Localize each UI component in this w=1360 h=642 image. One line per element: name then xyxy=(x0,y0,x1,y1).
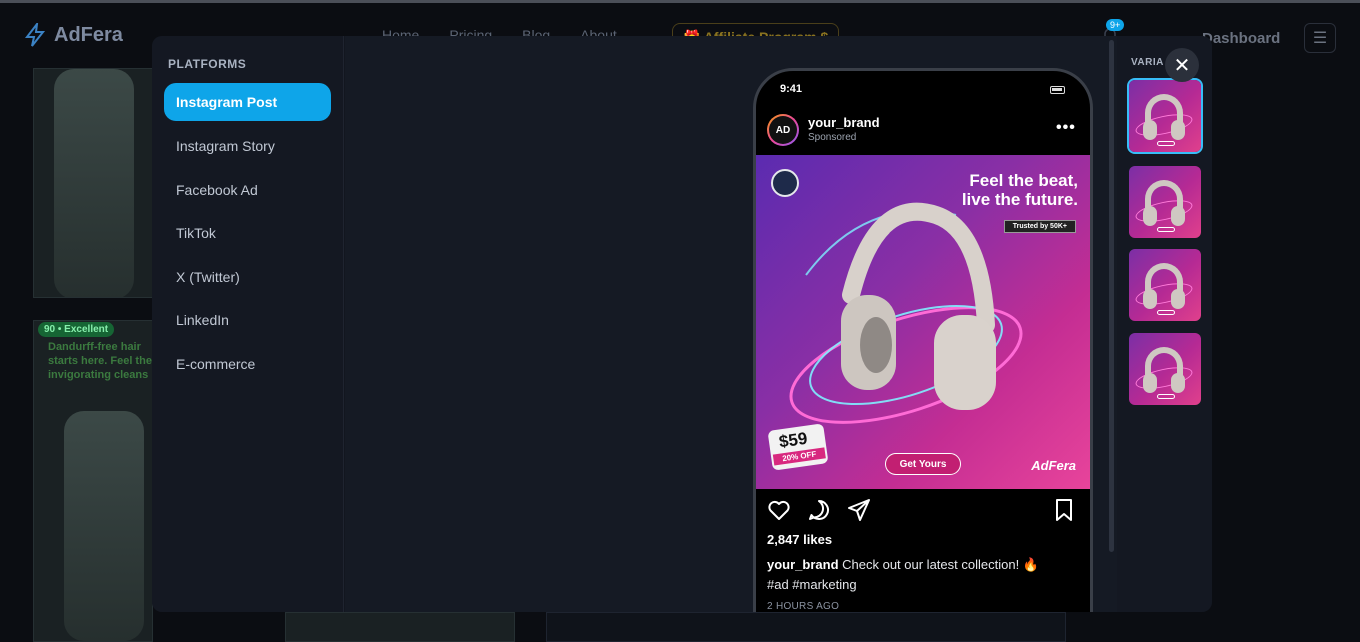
post-timestamp: 2 HOURS AGO xyxy=(767,601,840,612)
scrollbar[interactable] xyxy=(1109,40,1114,552)
post-caption: your_brand Check out our latest collecti… xyxy=(767,555,1067,595)
ear-cup xyxy=(1171,289,1185,309)
ad-creative: Feel the beat, live the future. Trusted … xyxy=(756,155,1090,489)
platform-x-twitter[interactable]: X (Twitter) xyxy=(164,258,331,296)
platforms-heading: PLATFORMS xyxy=(168,57,247,71)
variant-thumbnail[interactable] xyxy=(1129,166,1201,238)
caption-text: Check out our latest collection! 🔥 xyxy=(842,557,1039,572)
background-ad-card xyxy=(285,612,515,642)
seal-icon xyxy=(771,169,799,197)
battery-icon xyxy=(1050,86,1065,94)
platform-label: Instagram Post xyxy=(176,94,278,110)
variants-panel: VARIA xyxy=(1117,36,1212,612)
post-username[interactable]: your_brand xyxy=(808,115,880,130)
brand-name: AdFera xyxy=(54,23,123,46)
avatar-text: AD xyxy=(769,116,797,144)
headline-line: live the future. xyxy=(961,190,1078,209)
post-actions xyxy=(767,498,1079,524)
background-ad-card xyxy=(33,68,153,298)
ad-copy-text: Dandurff-free hair starts here. Feel the… xyxy=(48,341,152,381)
platform-e-commerce[interactable]: E-commerce xyxy=(164,345,331,383)
ad-headline: Feel the beat, live the future. xyxy=(962,171,1078,209)
lightning-icon xyxy=(24,23,46,47)
notification-badge: 9+ xyxy=(1106,19,1125,31)
mini-cta xyxy=(1157,310,1175,315)
variant-thumbnail[interactable] xyxy=(1129,333,1201,405)
platform-label: Facebook Ad xyxy=(176,182,258,198)
preview-stage: 9:41 AD your_brand Sponsored ••• Feel th… xyxy=(345,36,1117,612)
platform-instagram-story[interactable]: Instagram Story xyxy=(164,127,331,165)
ear-cup xyxy=(1143,206,1157,226)
hamburger-menu-button[interactable]: ☰ xyxy=(1304,23,1336,53)
platform-label: TikTok xyxy=(176,225,216,241)
likes-count: 2,847 likes xyxy=(767,532,833,547)
ear-cup xyxy=(1171,373,1185,393)
score-badge: 90 • Excellent xyxy=(38,322,115,337)
comment-icon[interactable] xyxy=(807,498,831,522)
hamburger-icon: ☰ xyxy=(1312,30,1328,47)
close-icon: ✕ xyxy=(1173,54,1191,77)
ear-cup xyxy=(1143,120,1157,140)
ear-cup xyxy=(1143,373,1157,393)
platform-instagram-post[interactable]: Instagram Post xyxy=(164,83,331,121)
caption-hashtags[interactable]: #ad #marketing xyxy=(767,577,857,592)
status-time: 9:41 xyxy=(780,83,803,95)
mini-cta xyxy=(1157,227,1175,232)
platform-label: X (Twitter) xyxy=(176,269,240,285)
platform-facebook-ad[interactable]: Facebook Ad xyxy=(164,171,331,209)
sponsored-label: Sponsored xyxy=(808,132,857,143)
brand-logo[interactable]: AdFera xyxy=(24,23,123,47)
phone-mockup: 9:41 AD your_brand Sponsored ••• Feel th… xyxy=(753,68,1093,612)
platform-linkedin[interactable]: LinkedIn xyxy=(164,301,331,339)
variant-thumbnail[interactable] xyxy=(1129,80,1201,152)
ad-brand-logo: AdFera xyxy=(1031,458,1076,473)
ear-cup xyxy=(1143,289,1157,309)
platform-label: LinkedIn xyxy=(176,312,229,328)
preview-modal: PLATFORMS Instagram Post Instagram Story… xyxy=(152,36,1212,612)
variant-thumbnail[interactable] xyxy=(1129,249,1201,321)
more-options-icon[interactable]: ••• xyxy=(1056,119,1076,137)
price: $59 xyxy=(777,428,809,452)
ad-cta-button[interactable]: Get Yours xyxy=(885,453,961,475)
trust-badge: Trusted by 50K+ xyxy=(1003,220,1076,233)
ear-cup xyxy=(1171,120,1185,140)
mini-cta xyxy=(1157,394,1175,399)
bookmark-icon[interactable] xyxy=(1054,498,1074,522)
avatar[interactable]: AD xyxy=(767,114,799,146)
platform-tiktok[interactable]: TikTok xyxy=(164,214,331,252)
dashboard-link[interactable]: Dashboard xyxy=(1202,30,1280,47)
ear-cup xyxy=(1171,206,1185,226)
caption-username[interactable]: your_brand xyxy=(767,557,839,572)
headline-line: Feel the beat, xyxy=(969,171,1078,190)
product-image xyxy=(54,69,134,297)
platform-label: E-commerce xyxy=(176,356,256,372)
close-button[interactable]: ✕ xyxy=(1165,48,1199,82)
heart-icon[interactable] xyxy=(767,498,791,522)
share-icon[interactable] xyxy=(847,498,871,522)
platform-label: Instagram Story xyxy=(176,138,275,154)
mini-cta xyxy=(1157,141,1175,146)
price-tag: $59 20% OFF xyxy=(767,423,829,471)
platform-sidebar: PLATFORMS Instagram Post Instagram Story… xyxy=(152,36,344,612)
product-image xyxy=(64,411,144,641)
variants-heading: VARIA xyxy=(1131,57,1164,68)
background-panel xyxy=(546,612,1066,642)
